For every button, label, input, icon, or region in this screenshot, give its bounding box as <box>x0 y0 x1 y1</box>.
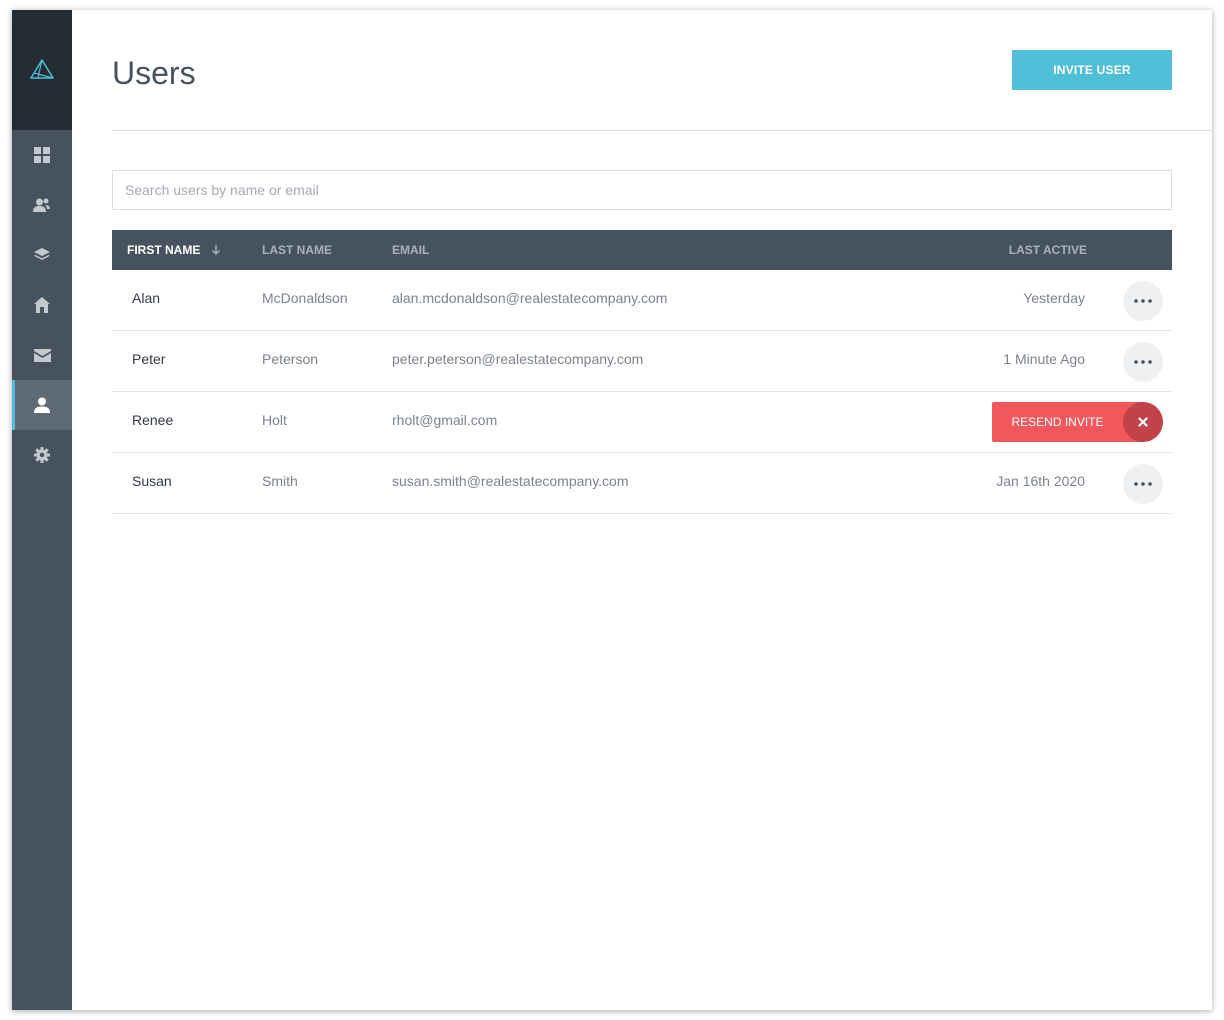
mail-icon <box>33 348 51 362</box>
last-name-cell: McDonaldson <box>262 290 348 306</box>
row-actions-button[interactable] <box>1123 342 1163 382</box>
sidebar-item-dashboard[interactable] <box>12 130 72 180</box>
column-header-first-name[interactable]: FIRST NAME <box>127 230 200 270</box>
row-actions-button[interactable] <box>1123 281 1163 321</box>
layers-icon <box>34 248 50 260</box>
header-divider <box>112 130 1212 131</box>
users-table: FIRST NAME LAST NAME EMAIL LAST ACTIVE A… <box>112 230 1172 514</box>
more-dots-icon <box>1134 299 1152 303</box>
first-name-cell: Peter <box>132 351 166 367</box>
logo[interactable] <box>12 10 72 130</box>
main-content: Users INVITE USER FIRST NAME LAST NAME E… <box>72 10 1212 1010</box>
email-cell: rholt@gmail.com <box>392 412 498 428</box>
table-row[interactable]: Alan McDonaldson alan.mcdonaldson@reales… <box>112 270 1172 331</box>
column-header-email[interactable]: EMAIL <box>392 230 429 270</box>
table-header: FIRST NAME LAST NAME EMAIL LAST ACTIVE <box>112 230 1172 270</box>
dashboard-grid-icon <box>34 147 50 163</box>
gear-icon <box>34 447 50 463</box>
sidebar-item-users[interactable] <box>12 380 72 430</box>
last-active-cell: Jan 16th 2020 <box>996 473 1085 489</box>
sidebar-item-contacts[interactable] <box>12 180 72 230</box>
more-dots-icon <box>1134 360 1152 364</box>
first-name-cell: Alan <box>132 290 161 306</box>
first-name-cell: Renee <box>132 412 174 428</box>
home-icon <box>34 297 50 313</box>
column-header-last-active[interactable]: LAST ACTIVE <box>1009 230 1087 270</box>
contacts-icon <box>33 198 50 212</box>
last-name-cell: Holt <box>262 412 287 428</box>
cancel-invite-button[interactable] <box>1123 402 1163 442</box>
last-active-cell: 1 Minute Ago <box>1003 351 1085 367</box>
close-icon <box>1138 417 1148 427</box>
resend-invite-button[interactable]: RESEND INVITE <box>992 402 1123 442</box>
last-active-cell: Yesterday <box>1023 290 1085 306</box>
resend-invite-group: RESEND INVITE <box>992 402 1163 442</box>
invite-user-button[interactable]: INVITE USER <box>1012 50 1172 90</box>
sidebar <box>12 10 72 1010</box>
table-row[interactable]: Susan Smith susan.smith@realestatecompan… <box>112 453 1172 514</box>
column-header-last-name[interactable]: LAST NAME <box>262 230 332 270</box>
search-input[interactable] <box>112 170 1172 210</box>
last-name-cell: Smith <box>262 473 298 489</box>
more-dots-icon <box>1134 482 1152 486</box>
sidebar-item-layers[interactable] <box>12 230 72 280</box>
page-title: Users <box>112 55 196 91</box>
app-window: Users INVITE USER FIRST NAME LAST NAME E… <box>12 10 1212 1010</box>
row-actions-button[interactable] <box>1123 464 1163 504</box>
arrow-down-icon[interactable] <box>211 244 221 256</box>
email-cell: peter.peterson@realestatecompany.com <box>392 351 644 367</box>
sidebar-item-mail[interactable] <box>12 330 72 380</box>
sidebar-item-properties[interactable] <box>12 280 72 330</box>
sidebar-item-settings[interactable] <box>12 430 72 480</box>
triangle-logo-icon <box>30 59 54 79</box>
last-name-cell: Peterson <box>262 351 319 367</box>
email-cell: susan.smith@realestatecompany.com <box>392 473 629 489</box>
table-row[interactable]: Renee Holt rholt@gmail.com RESEND INVITE <box>112 392 1172 453</box>
first-name-cell: Susan <box>132 473 172 489</box>
user-icon <box>34 397 50 413</box>
table-row[interactable]: Peter Peterson peter.peterson@realestate… <box>112 331 1172 392</box>
email-cell: alan.mcdonaldson@realestatecompany.com <box>392 290 668 306</box>
